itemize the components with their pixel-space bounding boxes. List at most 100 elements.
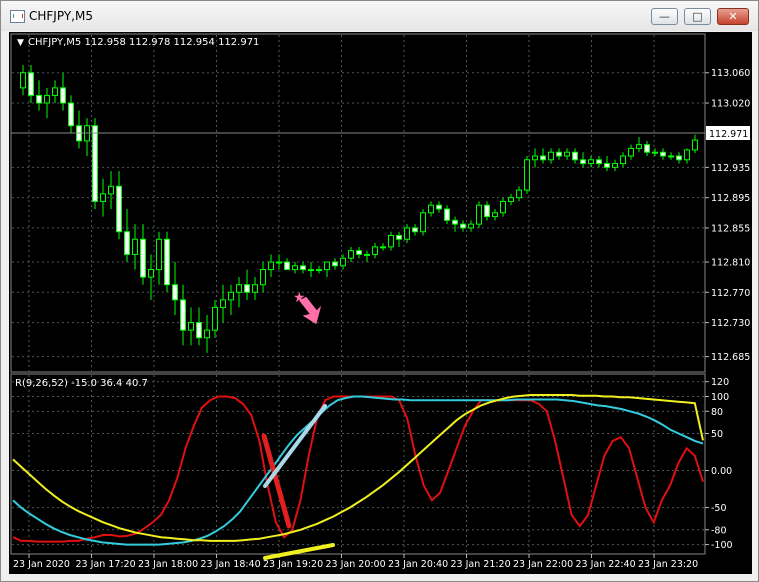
price-chart-svg[interactable]: 113.060 113.020 112.935 112.895 112.855 112.8… [9, 32, 752, 574]
candle-body [540, 155, 546, 161]
osc-tick-label: 50 [711, 429, 723, 440]
candle-body [284, 261, 290, 271]
minimize-button[interactable]: — [651, 8, 678, 25]
candle-body [484, 204, 490, 218]
time-tick-label: 23 Jan 20:00 [326, 559, 386, 570]
terminal-window: CHFJPY,M5 — □ ✕ 113.060 113.020 112.935 112… [0, 0, 759, 582]
price-tick-label: 112.810 [711, 258, 750, 269]
candle-body [436, 204, 442, 210]
candle-body [452, 219, 458, 225]
candle-body [348, 250, 354, 259]
maximize-button[interactable]: □ [684, 8, 711, 25]
osc-tick-label: -100 [711, 540, 733, 551]
candle-body [108, 185, 114, 195]
candle-body [620, 155, 626, 165]
maximize-icon: □ [692, 10, 703, 23]
oscillator-axis: 120 100 80 50 0.00 -50 -80 -100 [705, 377, 733, 551]
candle-body [412, 227, 418, 233]
indicator-info: R(9,26,52) -15.0 36.4 40.7 [15, 378, 148, 389]
candle-body [644, 144, 650, 153]
candle-body [316, 269, 322, 272]
candle-body [132, 238, 138, 255]
candle-body [572, 151, 578, 161]
candle-body [28, 72, 34, 96]
candle-body [588, 159, 594, 165]
candle-body [652, 151, 658, 154]
yellow-trend-stroke [263, 543, 335, 560]
candle-body [684, 149, 690, 161]
price-axis: 113.060 113.020 112.935 112.895 112.855 112.8… [705, 68, 750, 363]
price-tick-label: 112.935 [711, 163, 750, 174]
candle-body [580, 159, 586, 165]
price-tick-label: 112.685 [711, 352, 750, 363]
candle-body [292, 265, 298, 271]
candle-body [244, 284, 250, 293]
candle-body [324, 261, 330, 271]
chart-dropdown-icon[interactable]: ▼ [17, 38, 24, 48]
candle-body [636, 144, 642, 149]
candle-body [676, 155, 682, 161]
candle-body [492, 212, 498, 218]
candle-body [172, 284, 178, 301]
chart-info: CHFJPY,M5 112.958 112.978 112.954 112.97… [28, 37, 259, 48]
time-tick-label: 23 Jan 22:00 [513, 559, 573, 570]
candle-body [308, 269, 314, 272]
chart-area[interactable]: 113.060 113.020 112.935 112.895 112.855 112.8… [9, 32, 752, 574]
osc-tick-label: 80 [711, 407, 723, 418]
candle-body [564, 151, 570, 157]
time-tick-label: 23 Jan 22:40 [576, 559, 636, 570]
candle-body [196, 322, 202, 339]
candle-body [60, 87, 66, 104]
candle-body [20, 72, 26, 89]
candle-body [92, 125, 98, 202]
oscillator-line [12, 395, 704, 543]
osc-tick-label: 0.00 [711, 466, 732, 477]
candle-body [300, 265, 306, 271]
candle-body [460, 223, 466, 229]
candle-body [180, 299, 186, 331]
candle-body [548, 151, 554, 161]
candle-body [220, 299, 226, 308]
candle-body [340, 257, 346, 267]
candle-body [524, 159, 530, 191]
candle-body [388, 235, 394, 248]
time-tick-label: 23 Jan 21:20 [451, 559, 511, 570]
minimize-icon: — [659, 10, 670, 23]
osc-tick-label: -80 [711, 525, 727, 536]
candle-body [628, 147, 634, 157]
time-tick-label: 23 Jan 18:00 [138, 559, 198, 570]
candle-body [140, 238, 146, 278]
title-bar[interactable]: CHFJPY,M5 — □ ✕ [1, 1, 758, 31]
osc-tick-label: 100 [711, 392, 729, 403]
time-tick-label: 23 Jan 18:40 [201, 559, 261, 570]
candle-body [332, 261, 338, 267]
time-tick-label: 23 Jan 17:20 [76, 559, 136, 570]
blue-trend-stroke [263, 404, 327, 488]
candle-body [156, 238, 162, 271]
candle-body [396, 235, 402, 240]
candle-body [116, 185, 122, 233]
oscillator-lines [12, 394, 704, 546]
candle-body [276, 261, 282, 264]
time-tick-label: 23 Jan 19:20 [263, 559, 323, 570]
time-tick-label: 23 Jan 20:40 [388, 559, 448, 570]
candle-body [268, 261, 274, 271]
price-tick-label: 113.020 [711, 99, 750, 110]
window-title: CHFJPY,M5 [29, 9, 93, 23]
candle-body [500, 200, 506, 214]
candle-body [668, 155, 674, 158]
candle-body [604, 163, 610, 168]
close-button[interactable]: ✕ [717, 8, 749, 25]
candle-body [212, 306, 218, 331]
candle-body [692, 139, 698, 151]
candle-body [204, 329, 210, 339]
time-axis: 23 Jan 2020 23 Jan 17:20 23 Jan 18:00 23 Ja… [13, 554, 698, 570]
candle-body [356, 250, 362, 255]
candle-body [148, 269, 154, 278]
time-tick-label: 23 Jan 23:20 [638, 559, 698, 570]
candle-body [68, 102, 74, 127]
candle-body [252, 284, 258, 293]
candle-body [372, 246, 378, 255]
candle-body [44, 94, 50, 104]
main-panel-frame [10, 33, 706, 373]
